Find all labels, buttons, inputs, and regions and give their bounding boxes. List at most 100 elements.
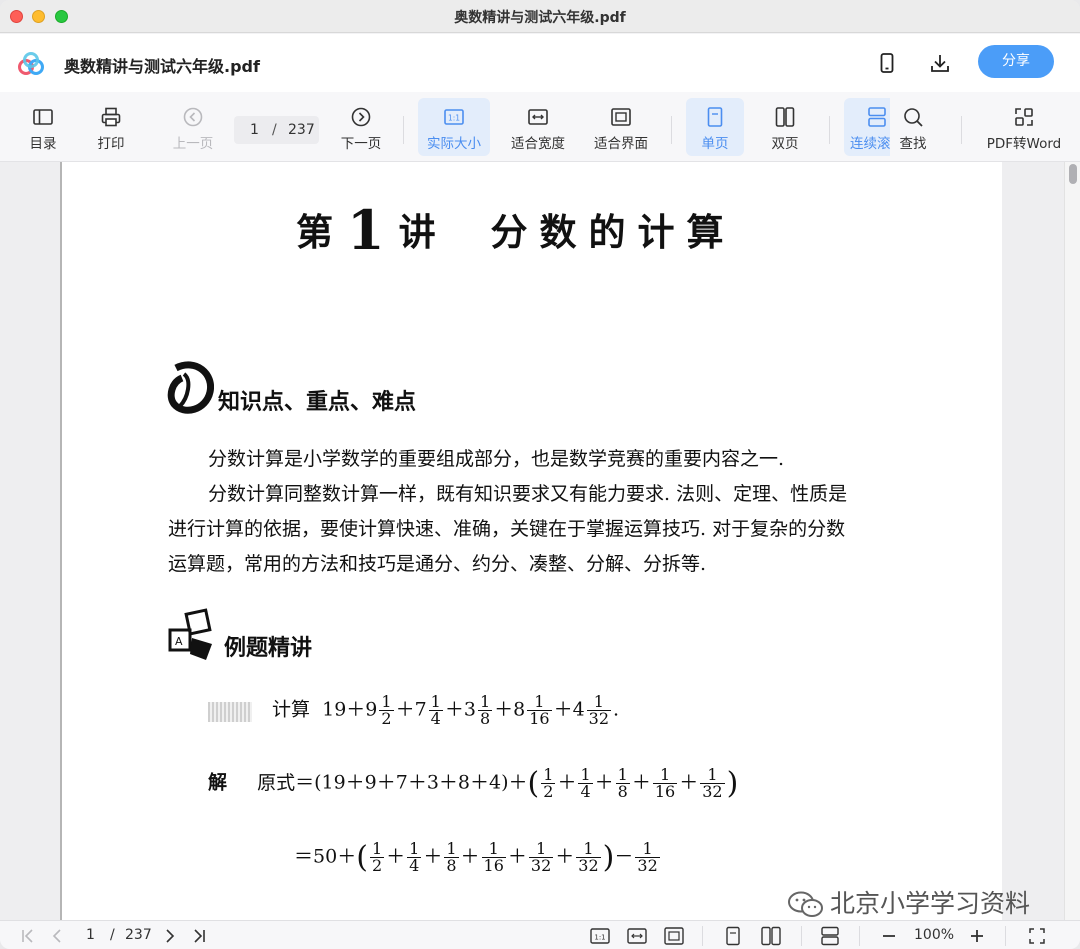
continuous-scroll-icon xyxy=(868,107,886,127)
fit-width-icon[interactable] xyxy=(626,926,648,946)
title-bar: 奥数精讲与测试六年级.pdf xyxy=(0,0,1080,33)
paragraph-line: 运算题，常用的方法和技巧是通分、约分、凑整、分解、分拆等. xyxy=(168,553,707,575)
toc-button[interactable]: 目录 xyxy=(18,98,68,156)
paragraph-intro: 分数计算是小学数学的重要组成部分，也是数学竞赛的重要内容之一. xyxy=(208,448,785,470)
chapter-prefix: 第 xyxy=(296,210,337,254)
continuous-scroll-icon[interactable] xyxy=(820,926,840,946)
prev-page-button[interactable]: 上一页 xyxy=(166,98,220,156)
last-page-icon[interactable] xyxy=(191,926,207,946)
scrollbar-thumb[interactable] xyxy=(1069,164,1077,184)
continuous-scroll-label: 连续滚 xyxy=(850,136,890,152)
solution-line-1: 解 原式＝(19＋9＋7＋3＋8＋4)＋(1 2 ＋ 1 4 ＋ 1 8 ＋ 1 16 ＋ 1 32) xyxy=(208,765,739,801)
toolbar-divider xyxy=(403,116,404,144)
convert-icon xyxy=(1015,108,1033,126)
status-page-separator: / xyxy=(110,927,115,943)
paragraph-line: 分数计算同整数计算一样，既有知识要求又有能力要求. 法则、定理、性质是 xyxy=(208,483,848,505)
actual-size-icon[interactable]: 1:1 xyxy=(589,926,611,946)
statusbar-divider xyxy=(1005,926,1006,946)
solution-value: 50 xyxy=(313,845,338,868)
continuous-scroll-button[interactable]: 连续滚 xyxy=(844,98,890,156)
single-page-icon xyxy=(707,107,723,127)
chevron-left-circle-icon xyxy=(183,107,203,127)
page-separator: / xyxy=(272,122,277,138)
solution-line-2: ＝50＋(1 2 ＋ 1 4 ＋ 1 8 ＋ 1 16 ＋ 1 32 ＋ 1 32)－ 1 32 xyxy=(294,839,660,875)
solution-prefix: 原式 xyxy=(257,771,296,794)
single-page-label: 单页 xyxy=(701,136,729,152)
zoom-level[interactable]: 100% xyxy=(914,927,954,943)
find-button[interactable]: 查找 xyxy=(890,98,936,156)
double-page-icon xyxy=(775,107,795,127)
fit-window-icon[interactable] xyxy=(663,926,685,946)
first-page-icon[interactable] xyxy=(20,926,36,946)
status-total-pages: 237 xyxy=(125,927,152,943)
watermark-text: 北京小学学习资料 xyxy=(830,889,1031,918)
svg-text:A: A xyxy=(175,635,183,648)
fit-window-button[interactable]: 适合界面 xyxy=(585,98,657,156)
printer-icon xyxy=(101,107,121,127)
statusbar-divider xyxy=(859,926,860,946)
next-page-button[interactable]: 下一页 xyxy=(334,98,388,156)
double-page-icon[interactable] xyxy=(760,926,782,946)
status-bar: 1 / 237 1:1 100% xyxy=(0,920,1080,949)
document-viewer[interactable]: 第1讲 分数的计算 知识点、重点、难点 分数计算是小学数学的重要组成部分，也是数… xyxy=(0,162,1080,920)
share-button[interactable]: 分享 xyxy=(978,45,1054,78)
section-title-knowledge: 知识点、重点、难点 xyxy=(218,389,417,415)
solution-label: 解 xyxy=(208,771,228,794)
chevron-left-icon[interactable] xyxy=(50,926,64,946)
status-current-page[interactable]: 1 xyxy=(86,927,95,943)
ink-swirl-icon xyxy=(167,361,214,414)
chapter-heading: 第1讲 分数的计算 xyxy=(296,194,776,262)
fullscreen-icon[interactable] xyxy=(1028,926,1046,946)
document-title: 奥数精讲与测试六年级.pdf xyxy=(64,57,260,76)
chapter-title: 分数的计算 xyxy=(490,210,736,254)
pdf-page: 第1讲 分数的计算 知识点、重点、难点 分数计算是小学数学的重要组成部分，也是数… xyxy=(60,162,1002,920)
wechat-icon xyxy=(788,891,823,917)
zoom-in-icon[interactable] xyxy=(969,926,985,946)
download-icon[interactable] xyxy=(929,52,951,74)
sidebar-icon xyxy=(33,109,53,125)
example-problem: 计算 19＋9 1 2 ＋7 1 4 ＋3 1 8 ＋8 1 16 ＋4 1 32. xyxy=(272,692,620,728)
toolbar: 目录 打印 上一页 1 / 237 下一页 1:1 实际大小 适合宽度 适合界面… xyxy=(0,92,1080,162)
mobile-phone-icon[interactable] xyxy=(876,52,898,74)
single-page-icon[interactable] xyxy=(724,926,742,946)
prev-page-label: 上一页 xyxy=(172,136,214,152)
fit-window-label: 适合界面 xyxy=(594,136,648,152)
double-page-label: 双页 xyxy=(771,136,799,152)
app-window: 奥数精讲与测试六年级.pdf 奥数精讲与测试六年级.pdf 分享 目录 打印 上… xyxy=(0,0,1080,949)
actual-size-label: 实际大小 xyxy=(427,136,481,152)
pdf-to-word-button[interactable]: PDF转Word xyxy=(982,98,1066,156)
zoom-out-icon[interactable] xyxy=(881,926,897,946)
single-page-button[interactable]: 单页 xyxy=(686,98,744,156)
statusbar-divider xyxy=(702,926,703,946)
total-pages: 237 xyxy=(288,122,315,138)
fit-width-icon xyxy=(528,109,548,125)
actual-size-icon: 1:1 xyxy=(444,109,464,125)
svg-text:1:1: 1:1 xyxy=(448,114,460,123)
page-number-input[interactable]: 1 / 237 xyxy=(234,116,319,144)
window-title: 奥数精讲与测试六年级.pdf xyxy=(454,10,626,26)
print-button[interactable]: 打印 xyxy=(86,98,136,156)
fit-width-button[interactable]: 适合宽度 xyxy=(502,98,574,156)
current-page: 1 xyxy=(250,122,259,138)
svg-text:1:1: 1:1 xyxy=(594,934,605,942)
example-label: 计算 xyxy=(272,698,311,721)
blocks-icon: A xyxy=(168,608,212,660)
next-page-label: 下一页 xyxy=(340,136,382,152)
app-header: 奥数精讲与测试六年级.pdf 分享 xyxy=(0,34,1080,92)
chapter-number: 1 xyxy=(347,198,389,262)
chapter-suffix: 讲 xyxy=(398,210,440,254)
chevron-right-icon[interactable] xyxy=(163,926,177,946)
search-icon xyxy=(904,108,923,127)
paragraph-line: 进行计算的依据，要使计算快速、准确，关键在于掌握运算技巧. 对于复杂的分数 xyxy=(168,518,846,540)
toc-label: 目录 xyxy=(29,136,57,152)
chevron-right-circle-icon xyxy=(351,107,371,127)
double-page-button[interactable]: 双页 xyxy=(756,98,814,156)
watermark: 北京小学学习资料 xyxy=(786,884,1030,920)
actual-size-button[interactable]: 1:1 实际大小 xyxy=(418,98,490,156)
app-logo-icon xyxy=(18,52,44,75)
pdf-to-word-label: PDF转Word xyxy=(986,136,1062,152)
fit-window-icon xyxy=(611,108,631,126)
toolbar-divider xyxy=(671,116,672,144)
vertical-scrollbar[interactable] xyxy=(1064,162,1080,920)
example-number-mark xyxy=(208,702,252,722)
